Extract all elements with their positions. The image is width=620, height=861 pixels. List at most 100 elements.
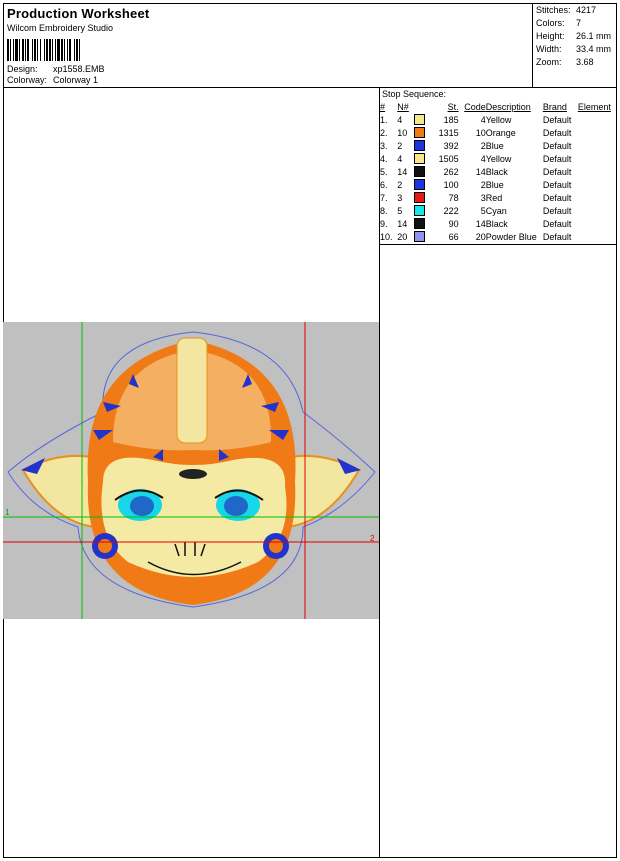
stat-width: Width: 33.4 mm	[536, 44, 611, 54]
stat-colors: Colors: 7	[536, 18, 581, 28]
row-brand: Default	[542, 140, 572, 151]
row-index: 6.	[380, 179, 388, 190]
table-row: 1. 4 185 4 Yellow Default	[380, 113, 617, 126]
row-stitches: 185	[443, 114, 459, 125]
row-description: Powder Blue	[485, 231, 537, 242]
table-row: 8. 5 222 5 Cyan Default	[380, 204, 617, 217]
design-stats: Stitches: 4217 Colors: 7 Height: 26.1 mm Wi…	[533, 3, 617, 88]
stat-height: Height: 26.1 mm	[536, 31, 611, 41]
stop-sequence-table: # N# St. Code Description Brand Element …	[380, 101, 617, 243]
stat-label: Colors:	[536, 18, 565, 28]
row-needle: 14	[397, 166, 408, 177]
stat-label: Height:	[536, 31, 565, 41]
row-swatch	[413, 126, 428, 139]
barcode-bar	[40, 39, 41, 61]
col-description-header: Description	[485, 102, 531, 112]
stat-label: Zoom:	[536, 57, 562, 67]
nose	[179, 469, 207, 479]
table-row: 9. 14 90 14 Black Default	[380, 217, 617, 230]
table-header-row: # N# St. Code Description Brand Element	[380, 101, 617, 113]
forehead-ornament	[176, 337, 208, 444]
row-code: 4	[480, 114, 486, 125]
row-index: 10.	[380, 231, 393, 242]
row-brand: Default	[542, 231, 572, 242]
row-brand: Default	[542, 218, 572, 229]
row-brand: Default	[542, 127, 572, 138]
row-index: 2.	[380, 127, 388, 138]
row-code: 14	[475, 166, 486, 177]
table-row: 7. 3 78 3 Red Default	[380, 191, 617, 204]
barcode-bar	[69, 39, 71, 61]
color-swatch	[413, 153, 425, 165]
page-title: Production Worksheet	[7, 6, 150, 21]
stat-label: Stitches:	[536, 5, 571, 15]
row-needle: 10	[397, 127, 408, 138]
stat-value: 7	[576, 18, 582, 28]
row-brand: Default	[542, 114, 572, 125]
row-swatch	[413, 152, 428, 165]
color-swatch	[413, 192, 425, 204]
row-description: Yellow	[485, 114, 512, 125]
stat-value: 3.68	[576, 57, 594, 67]
color-swatch	[413, 231, 425, 243]
barcode-bar	[22, 39, 24, 61]
table-row: 5. 14 262 14 Black Default	[380, 165, 617, 178]
colorway-label: Colorway:	[7, 75, 48, 85]
row-brand: Default	[542, 166, 572, 177]
table-row: 4. 4 1505 4 Yellow Default	[380, 152, 617, 165]
stat-label: Width:	[536, 44, 562, 54]
row-index: 8.	[380, 205, 388, 216]
stat-stitches: Stitches: 4217	[536, 5, 596, 15]
barcode-bar	[74, 39, 75, 61]
right-cheek	[263, 533, 289, 559]
barcode-bar	[27, 39, 29, 61]
row-description: Orange	[485, 127, 516, 138]
row-code: 14	[475, 218, 486, 229]
colorway-line: Colorway: Colorway 1	[7, 75, 98, 85]
col-swatch-header	[413, 101, 428, 113]
row-code: 2	[480, 140, 486, 151]
row-code: 20	[475, 231, 486, 242]
row-stitches: 1505	[438, 153, 459, 164]
guide-marker-1: 1	[5, 508, 10, 517]
barcode-bar	[61, 39, 63, 61]
barcode-bar	[46, 39, 48, 61]
row-brand: Default	[542, 179, 572, 190]
row-stitches: 262	[443, 166, 459, 177]
barcode-bar	[37, 39, 38, 61]
row-element	[578, 191, 617, 204]
row-element	[578, 178, 617, 191]
barcode-image	[7, 39, 80, 61]
barcode-bar	[25, 39, 26, 61]
row-description: Blue	[485, 179, 504, 190]
col-element-header: Element	[577, 102, 611, 112]
row-code: 5	[480, 205, 486, 216]
row-needle: 4	[397, 153, 403, 164]
row-index: 7.	[380, 192, 388, 203]
row-description: Cyan	[485, 205, 507, 216]
barcode-bar	[57, 39, 60, 61]
color-swatch	[413, 205, 425, 217]
row-description: Yellow	[485, 153, 512, 164]
barcode-bar	[49, 39, 51, 61]
color-swatch	[413, 114, 425, 126]
row-index: 4.	[380, 153, 388, 164]
row-index: 5.	[380, 166, 388, 177]
col-code-header: Code	[464, 102, 486, 112]
row-brand: Default	[542, 205, 572, 216]
row-code: 4	[480, 153, 486, 164]
row-description: Black	[485, 218, 508, 229]
row-swatch	[413, 204, 428, 217]
stat-zoom: Zoom: 3.68	[536, 57, 594, 67]
barcode-bar	[52, 39, 53, 61]
barcode-bar	[64, 39, 65, 61]
design-label: Design:	[7, 64, 38, 74]
row-description: Black	[485, 166, 508, 177]
stop-sequence-title: Stop Sequence:	[382, 89, 447, 99]
stop-sequence-panel: Stop Sequence: # N# St. Code Description…	[380, 88, 617, 245]
row-element	[578, 113, 617, 126]
row-needle: 2	[397, 179, 403, 190]
row-swatch	[413, 178, 428, 191]
col-index-header: #	[380, 102, 386, 112]
color-swatch	[413, 179, 425, 191]
